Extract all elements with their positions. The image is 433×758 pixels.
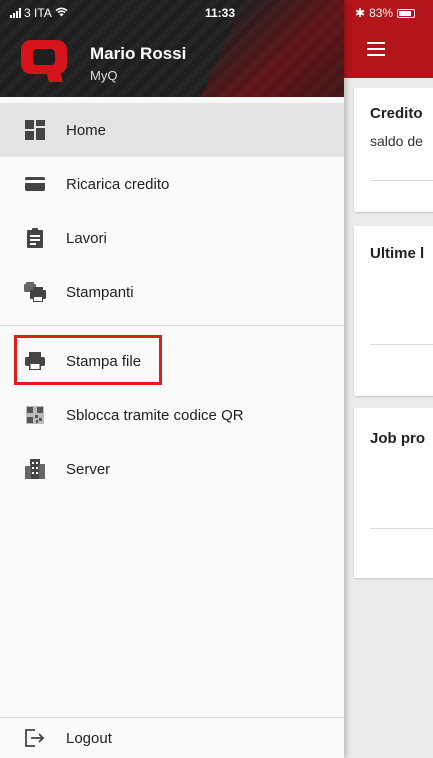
menu-item-top-up[interactable]: Ricarica credito <box>0 157 344 211</box>
battery-icon <box>397 8 416 18</box>
menu-item-label: Stampanti <box>66 283 134 301</box>
menu-item-label: Stampa file <box>66 352 142 370</box>
menu-item-label: Lavori <box>66 229 107 247</box>
status-bar-left: 3 ITA <box>10 6 68 20</box>
building-icon <box>24 458 46 480</box>
signal-icon <box>10 8 21 18</box>
card-title: Ultime l <box>370 245 425 262</box>
printer-icon <box>24 350 46 372</box>
menu-item-label: Server <box>66 460 111 478</box>
menu-item-server[interactable]: Server <box>0 442 344 496</box>
battery-percent: 83% <box>369 6 394 20</box>
credit-card[interactable]: Credito saldo de <box>354 88 433 212</box>
menu-item-qr-unlock[interactable]: Sblocca tramite codice QR <box>0 388 344 442</box>
menu-item-label: Ricarica credito <box>66 175 170 193</box>
card-subtitle: saldo de <box>370 133 423 149</box>
wifi-icon <box>55 6 68 20</box>
status-bar-right: ✱ 83% <box>355 6 416 20</box>
user-subtitle: MyQ <box>90 68 118 83</box>
menu-item-jobs[interactable]: Lavori <box>0 211 344 265</box>
user-name: Mario Rossi <box>90 44 187 63</box>
menu-divider <box>0 325 344 326</box>
menu-item-label: Home <box>66 121 107 139</box>
card-divider <box>370 344 433 345</box>
navigation-drawer: Mario Rossi MyQ 3 ITA 11:33 Home Ricaric… <box>0 0 344 758</box>
menu-item-home[interactable]: Home <box>0 103 344 157</box>
logout-button[interactable]: Logout <box>0 718 344 758</box>
credit-card-icon <box>24 173 46 195</box>
menu-item-print-file[interactable]: Stampa file <box>0 334 344 388</box>
menu-item-label: Sblocca tramite codice QR <box>66 406 244 424</box>
home-grid-icon <box>24 119 46 141</box>
printers-icon <box>24 281 46 303</box>
card-divider <box>370 528 433 529</box>
card-title: Credito <box>370 105 423 122</box>
status-time: 11:33 <box>205 6 236 20</box>
menu-item-printers[interactable]: Stampanti <box>0 265 344 319</box>
qr-code-icon <box>24 404 46 426</box>
logout-label: Logout <box>66 729 112 747</box>
myq-logo-icon <box>21 40 67 82</box>
recent-card[interactable]: Ultime l <box>354 226 433 396</box>
bluetooth-icon: ✱ <box>355 6 366 20</box>
card-divider <box>370 180 433 181</box>
hamburger-menu-icon[interactable] <box>367 42 385 56</box>
jobs-card[interactable]: Job pro <box>354 408 433 578</box>
card-title: Job pro <box>370 430 425 447</box>
clipboard-icon <box>24 227 46 249</box>
logout-icon <box>24 727 46 749</box>
carrier-name: 3 ITA <box>24 6 52 20</box>
